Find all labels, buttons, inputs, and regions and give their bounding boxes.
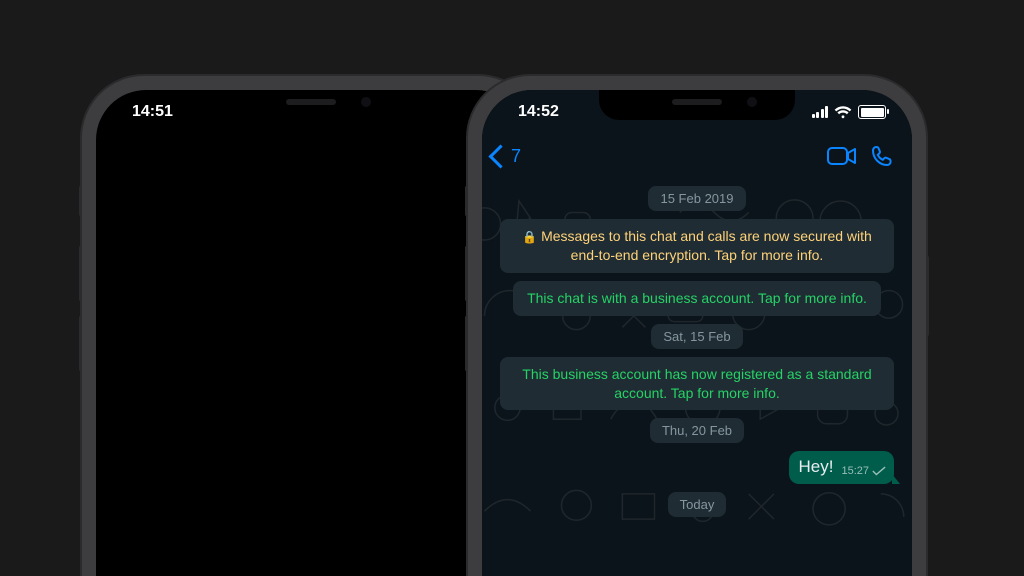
message-time: 15:27 <box>841 465 869 477</box>
date-divider: Thu, 20 Feb <box>650 418 744 443</box>
video-call-button[interactable] <box>822 136 862 176</box>
notch <box>599 90 795 120</box>
outgoing-message[interactable]: Hey! 15:27 <box>789 451 895 483</box>
voice-call-button[interactable] <box>862 136 902 176</box>
phone-icon <box>870 144 894 168</box>
encryption-notice[interactable]: 🔒Messages to this chat and calls are now… <box>500 219 894 273</box>
date-divider: Today <box>668 492 727 517</box>
phone-right: 14:52 7 <box>468 76 926 576</box>
wifi-icon <box>834 106 852 119</box>
business-standard-notice-text: This business account has now registered… <box>522 366 871 401</box>
notch <box>213 90 409 120</box>
chat-body[interactable]: 15 Feb 2019 🔒Messages to this chat and c… <box>482 178 912 576</box>
lock-icon: 🔒 <box>522 229 537 245</box>
business-account-notice[interactable]: This chat is with a business account. Ta… <box>513 281 881 316</box>
business-account-notice-text: This chat is with a business account. Ta… <box>527 290 867 306</box>
date-divider: Sat, 15 Feb <box>651 324 742 349</box>
screen: 14:51 <box>96 90 526 576</box>
chevron-left-icon <box>488 144 512 168</box>
encryption-notice-text: Messages to this chat and calls are now … <box>541 228 872 263</box>
business-standard-notice[interactable]: This business account has now registered… <box>500 357 894 411</box>
cellular-signal-icon <box>812 106 829 118</box>
screen: 14:52 7 <box>482 90 912 576</box>
date-divider: 15 Feb 2019 <box>648 186 745 211</box>
message-text: Hey! <box>799 457 834 477</box>
back-button[interactable]: 7 <box>492 146 521 167</box>
single-check-icon <box>872 466 886 476</box>
video-camera-icon <box>827 146 857 166</box>
battery-icon <box>858 105 886 119</box>
status-time: 14:51 <box>118 103 173 121</box>
